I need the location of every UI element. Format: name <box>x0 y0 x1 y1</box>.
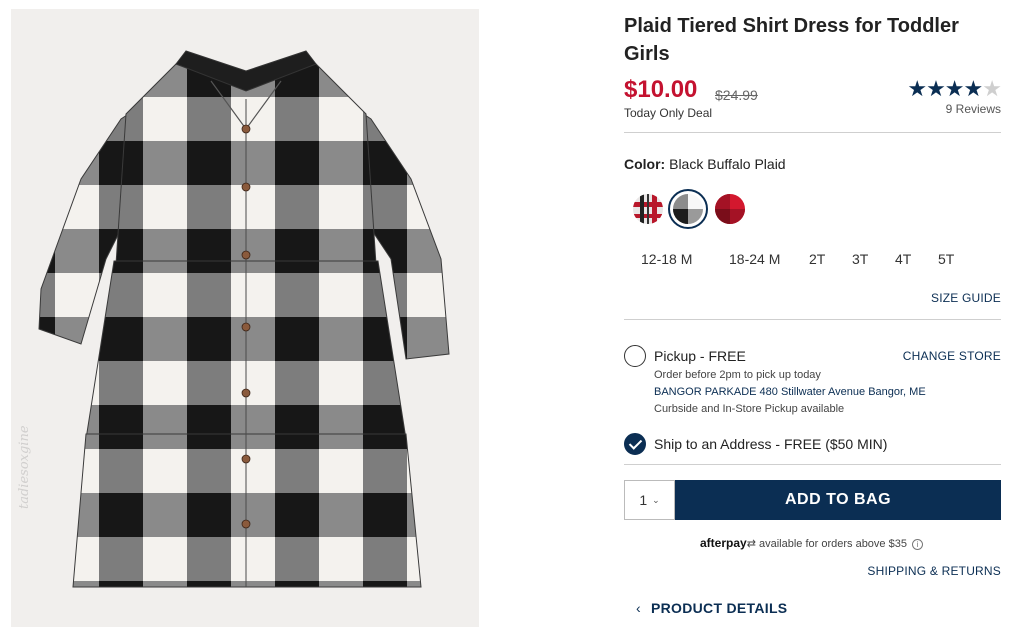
ship-radio[interactable] <box>624 433 646 455</box>
afterpay-logo: afterpay <box>700 536 747 550</box>
shipping-returns-link[interactable]: SHIPPING & RETURNS <box>867 564 1001 578</box>
swatch-black-buffalo-plaid-pattern <box>673 194 703 224</box>
quantity-value: 1 <box>639 492 648 508</box>
size-option-12-18m[interactable]: 12-18 M <box>641 251 692 267</box>
size-option-2t[interactable]: 2T <box>809 251 825 267</box>
add-to-bag-button[interactable]: ADD TO BAG <box>675 480 1001 520</box>
product-details-toggle[interactable]: ‹ PRODUCT DETAILS <box>636 600 787 616</box>
watermark-text: tadiesoxgine <box>17 425 32 509</box>
size-option-4t[interactable]: 4T <box>895 251 911 267</box>
original-price: $24.99 <box>715 87 758 103</box>
pickup-label: Pickup - FREE <box>654 348 746 364</box>
review-count-link[interactable]: 9 Reviews <box>946 102 1001 116</box>
product-title: Plaid Tiered Shirt Dress for Toddler Gir… <box>624 15 959 65</box>
star-icon: ★ <box>907 76 927 101</box>
size-option-3t[interactable]: 3T <box>852 251 868 267</box>
store-name-link[interactable]: BANGOR PARKADE 480 Stillwater Avenue Ban… <box>654 386 926 398</box>
change-store-link[interactable]: CHANGE STORE <box>903 349 1001 363</box>
afterpay-arrows-icon: ⇄ <box>746 538 756 550</box>
color-label: Color: <box>624 156 666 172</box>
size-option-5t[interactable]: 5T <box>938 251 954 267</box>
afterpay-text: available for orders above $35 <box>758 538 907 550</box>
swatch-red-tartan[interactable] <box>633 194 663 224</box>
divider <box>624 132 1001 133</box>
deal-note: Today Only Deal <box>624 106 713 120</box>
color-selection: Color: Black Buffalo Plaid <box>624 156 786 172</box>
pickup-note: Order before 2pm to pick up today <box>654 369 821 381</box>
pickup-radio[interactable] <box>624 345 646 367</box>
divider <box>624 464 1001 465</box>
size-option-18-24m[interactable]: 18-24 M <box>729 251 780 267</box>
swatch-black-buffalo-plaid[interactable] <box>668 189 708 229</box>
swatch-red-buffalo-plaid-pattern <box>715 194 745 224</box>
product-details-label: PRODUCT DETAILS <box>650 600 788 616</box>
swatch-red-buffalo-plaid[interactable] <box>715 194 745 224</box>
size-guide-link[interactable]: SIZE GUIDE <box>931 291 1001 305</box>
pickup-options: Curbside and In-Store Pickup available <box>654 403 845 415</box>
afterpay-info: afterpay⇄ available for orders above $35… <box>700 536 924 550</box>
chevron-down-icon: ⌄ <box>652 494 660 505</box>
chevron-left-icon: ‹ <box>636 600 641 616</box>
product-image[interactable]: tadiesoxgine <box>11 9 479 627</box>
star-icon: ★ <box>926 76 946 101</box>
star-icon: ★ <box>944 76 965 101</box>
divider <box>624 319 1001 320</box>
rating-stars[interactable]: ★★★★★ <box>907 76 1002 102</box>
info-icon[interactable]: i <box>912 539 924 550</box>
quantity-select[interactable]: 1 ⌄ <box>624 480 675 520</box>
star-icon: ★ <box>963 76 984 101</box>
swatch-red-tartan-pattern <box>633 194 663 224</box>
sale-price: $10.00 <box>624 76 698 103</box>
ship-label: Ship to an Address - FREE ($50 MIN) <box>654 436 888 452</box>
color-value: Black Buffalo Plaid <box>669 156 786 172</box>
dress-illustration <box>38 50 450 588</box>
star-empty-icon: ★ <box>982 76 1002 101</box>
